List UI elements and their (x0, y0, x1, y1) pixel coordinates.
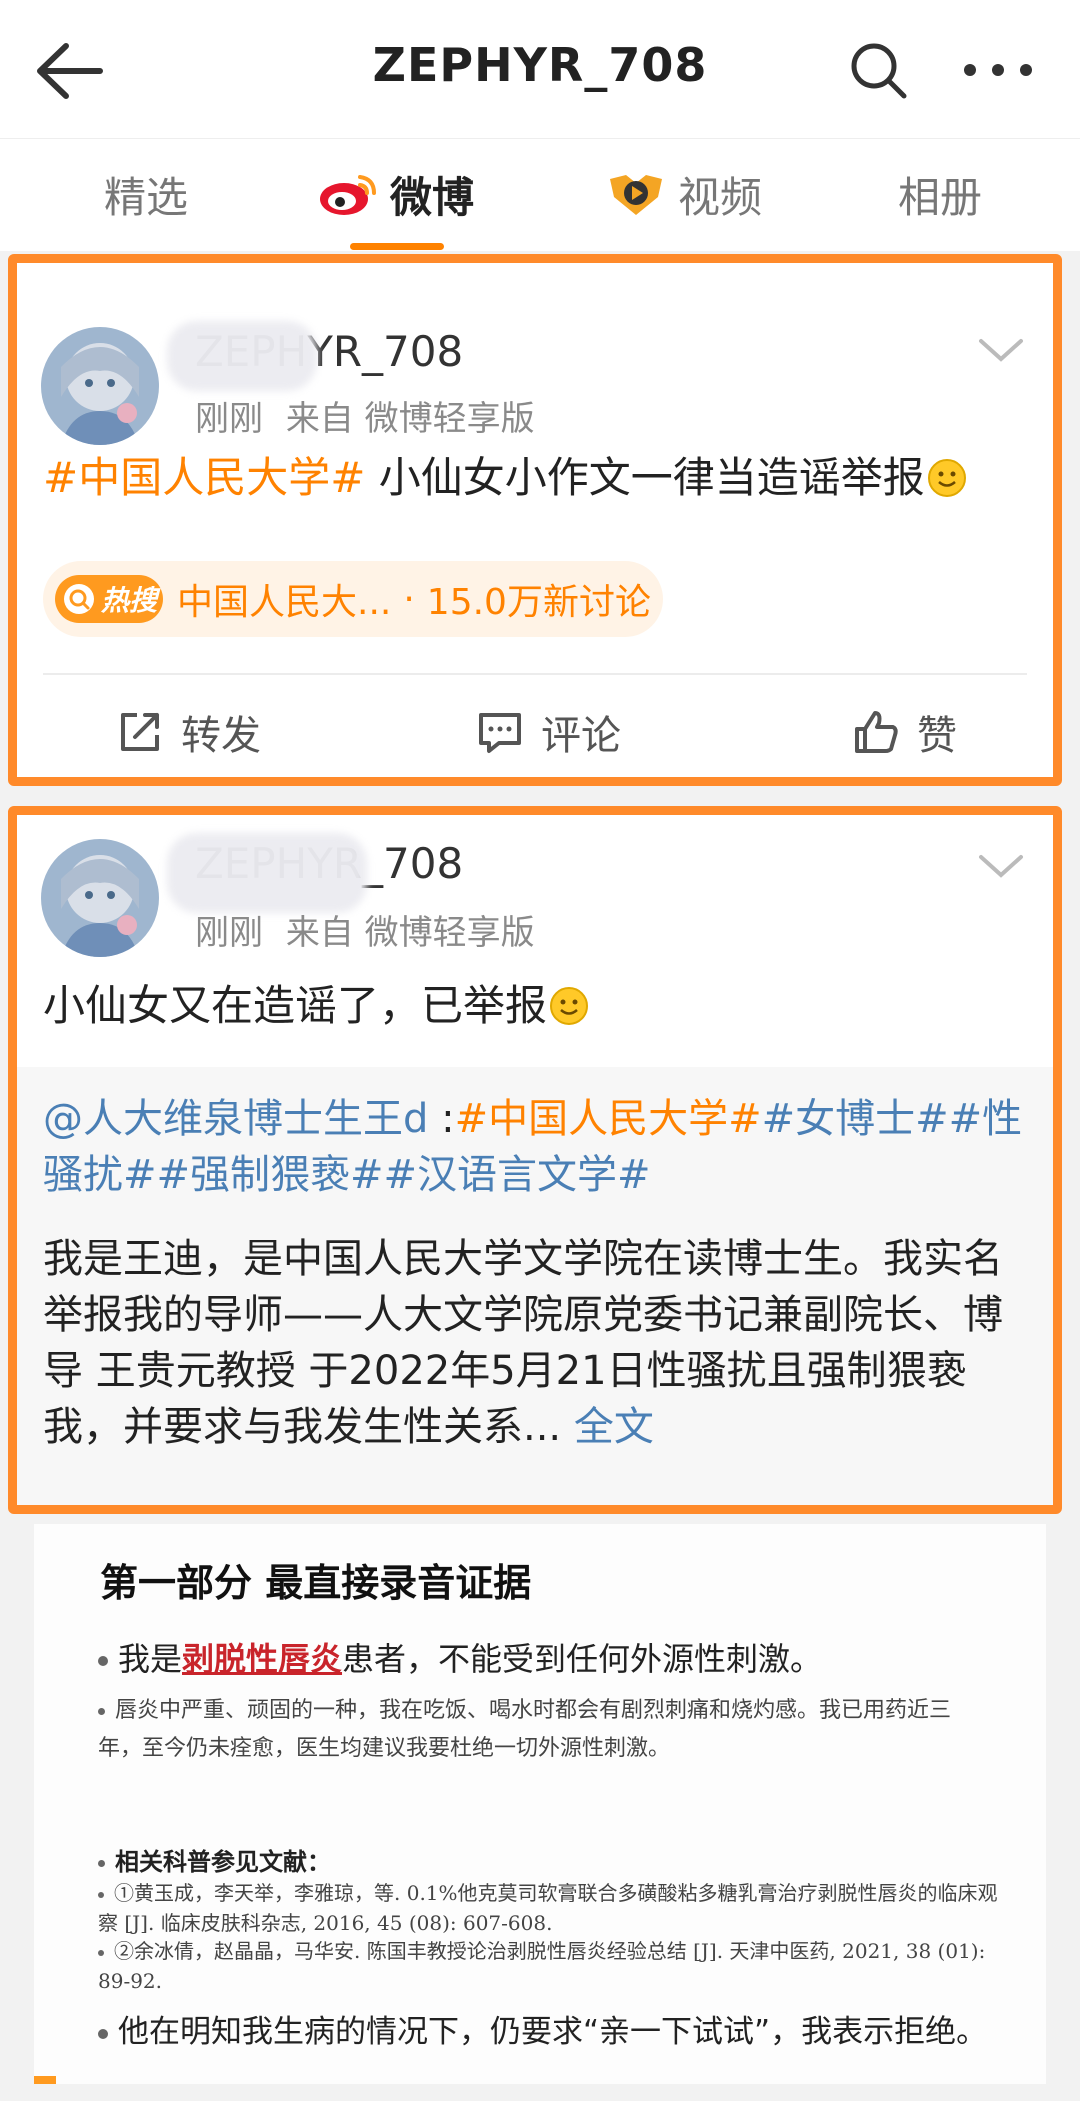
post-body: 小仙女又在造谣了，已举报 (43, 981, 548, 1030)
tab-label: 相册 (898, 172, 983, 222)
username-blur-mask (167, 321, 317, 391)
page-title: ZEPHYR_708 (372, 38, 708, 92)
repost-icon (121, 713, 159, 751)
doc-reference: ②余冰倩，赵晶晶，马华安. 陈国丰教授论治剥脱性唇炎经验总结 [J]. 天津中医… (98, 1939, 986, 1993)
doc-ref-title: 相关科普参见文献： (98, 1842, 331, 1877)
top-bar: ZEPHYR_708 (0, 0, 1080, 138)
post-card[interactable]: ZEPHYR_708 刚刚 来自 微博轻享版 #中国人民大学# 小仙女小作文一律… (8, 254, 1062, 786)
post-time: 刚刚 (195, 399, 263, 439)
tab-label: 视频 (678, 172, 763, 222)
tab-label: 微博 (390, 172, 475, 222)
post-meta: 刚刚 来自 微博轻享版 (195, 391, 547, 440)
doc-bullet: 我是剥脱性唇炎患者，不能受到任何外源性刺激。 (98, 1634, 822, 1680)
repost-label: 转发 (181, 713, 261, 759)
post-source: 来自 微博轻享版 (285, 399, 535, 439)
post-body: 小仙女小作文一律当造谣举报 (365, 453, 925, 502)
doc-heading: 第一部分 最直接录音证据 (100, 1561, 532, 1605)
repost-body: 我是王迪，是中国人民大学文学院在读博士生。我实名举报我的导师——人大文学院原党委… (43, 1236, 1003, 1450)
hot-topic-name: 中国人民大... (177, 582, 392, 623)
like-button[interactable]: 赞 (851, 703, 957, 761)
doc-paragraph: 唇炎中严重、顽固的一种，我在吃饭、喝水时都会有剧烈刺痛和烧灼感。我已用药近三年，… (98, 1698, 952, 1761)
tab-video[interactable]: 视频 (604, 169, 762, 222)
doc-reference: ①黄玉成，李天举，李雅琼，等. 0.1%他克莫司软膏联合多磺酸粘多糖乳膏治疗剥脱… (98, 1881, 998, 1935)
post-source: 来自 微博轻享版 (285, 913, 535, 953)
topic-link[interactable]: #强制猥亵# (157, 1152, 384, 1198)
full-text-link[interactable]: 全文 (574, 1404, 654, 1450)
topic-link[interactable]: #中国人民大学# (455, 1096, 762, 1142)
topic-link[interactable]: #汉语言文学# (384, 1152, 651, 1198)
post-meta: 刚刚 来自 微博轻享版 (195, 905, 547, 954)
hot-discussion-count: 15.0万新讨论 (426, 582, 651, 623)
mention-colon: : (428, 1096, 455, 1142)
search-icon[interactable] (846, 38, 910, 102)
smile-emoji-icon (550, 987, 589, 1025)
topic-link[interactable]: #中国人民大学# (43, 453, 365, 502)
doc-bullet: 他在明知我生病的情况下，仍要求“亲一下试试”，我表示拒绝。 (98, 2006, 987, 2051)
reposted-content[interactable]: @人大维泉博士生王d :#中国人民大学##女博士##性骚扰##强制猥亵##汉语言… (17, 1067, 1053, 1505)
avatar[interactable] (41, 839, 159, 957)
profile-tabs: 精选 微博 视频 相册 (0, 138, 1080, 251)
tab-album[interactable]: 相册 (898, 169, 982, 222)
hot-separator: · (403, 578, 415, 620)
repost-text: @人大维泉博士生王d :#中国人民大学##女博士##性骚扰##强制猥亵##汉语言… (43, 1091, 1033, 1455)
avatar[interactable] (41, 327, 159, 445)
post-actions: 转发 评论 赞 (17, 693, 1053, 773)
topic-link[interactable]: #女博士# (762, 1096, 949, 1142)
smile-emoji-icon (927, 459, 966, 497)
divider (43, 673, 1027, 675)
video-badge-icon (610, 175, 662, 215)
post-text: 小仙女又在造谣了，已举报 (43, 977, 1027, 1035)
hot-search-badge: 热搜 (55, 575, 163, 623)
hot-search-pill[interactable]: 热搜 中国人民大... · 15.0万新讨论 (43, 561, 663, 637)
repost-button[interactable]: 转发 (115, 703, 261, 761)
thumbs-up-icon (855, 711, 898, 753)
comment-icon (479, 713, 521, 753)
post-text: #中国人民大学# 小仙女小作文一律当造谣举报 (43, 449, 1027, 507)
username-blur-mask (167, 833, 367, 913)
tab-label: 精选 (104, 172, 189, 222)
chevron-down-icon[interactable] (975, 333, 1027, 367)
tab-featured[interactable]: 精选 (104, 169, 188, 222)
active-tab-indicator (350, 243, 444, 250)
chevron-down-icon[interactable] (975, 849, 1027, 883)
search-icon (64, 584, 94, 614)
image-progress-indicator (34, 2076, 56, 2084)
comment-button[interactable]: 评论 (475, 703, 621, 761)
mention-link[interactable]: @人大维泉博士生王d (43, 1096, 428, 1142)
tab-weibo[interactable]: 微博 (316, 169, 474, 222)
attached-document-image[interactable]: 第一部分 最直接录音证据 我是剥脱性唇炎患者，不能受到任何外源性刺激。 唇炎中严… (34, 1524, 1046, 2084)
comment-label: 评论 (541, 713, 621, 759)
hot-badge-label: 热搜 (101, 584, 158, 617)
post-time: 刚刚 (195, 913, 263, 953)
post-card[interactable]: ZEPHYR_708 刚刚 来自 微博轻享版 小仙女又在造谣了，已举报 @人大维… (8, 806, 1062, 1514)
like-label: 赞 (917, 713, 957, 759)
weibo-logo-icon (320, 175, 376, 215)
more-dots-icon[interactable] (956, 40, 1040, 100)
